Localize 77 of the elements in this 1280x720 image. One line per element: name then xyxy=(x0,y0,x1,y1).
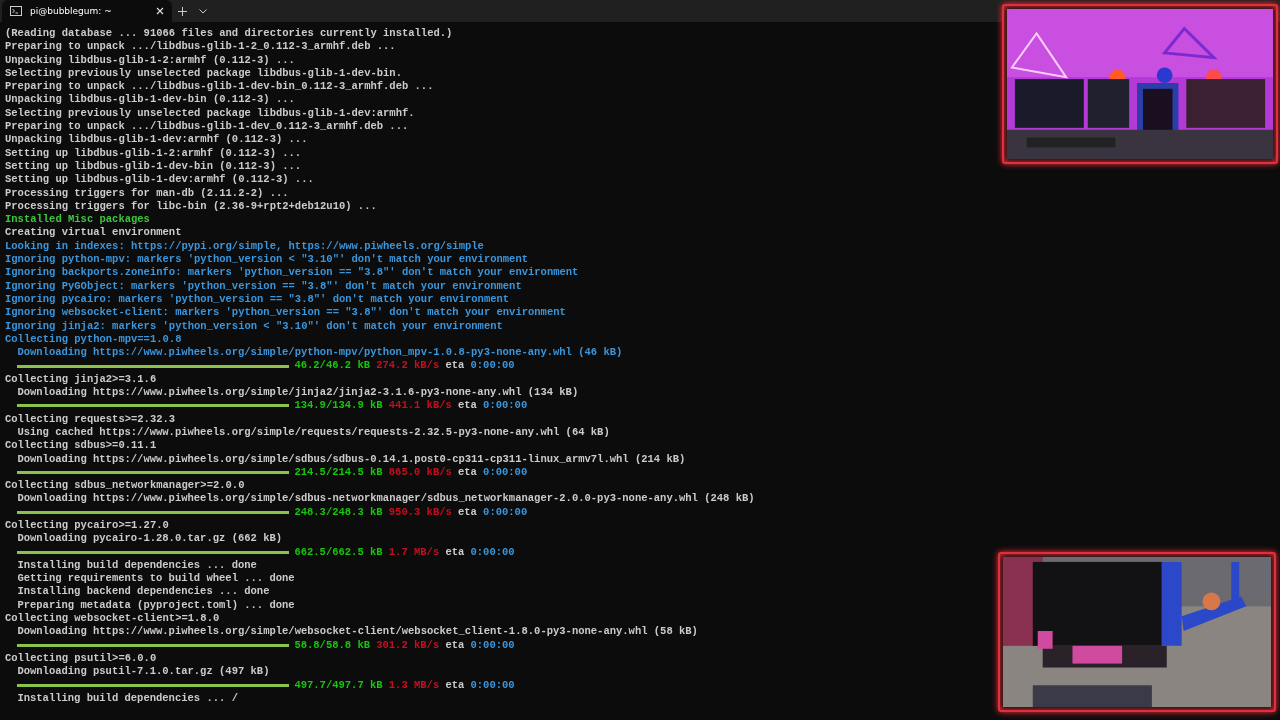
terminal-line: Ignoring backports.zoneinfo: markers 'python_version == "3.8"' don't match your environment xyxy=(5,266,579,280)
download-amount: 214.5/214.5 kB xyxy=(294,465,383,480)
terminal-line: Processing triggers for libc-bin (2.36-9+rpt2+deb12u10) ... xyxy=(5,199,377,214)
terminal-line: Ignoring jinja2: markers 'python_version < "3.10"' don't match your environment xyxy=(5,319,503,333)
download-amount: 497.7/497.7 kB xyxy=(294,678,383,692)
download-speed: 865.0 kB/s xyxy=(388,465,452,480)
eta-time: 0:00:00 xyxy=(483,505,528,519)
terminal-line: Collecting sdbus_networkmanager>=2.0.0 xyxy=(5,479,245,493)
eta-time: 0:00:00 xyxy=(470,545,515,559)
eta-time: 0:00:00 xyxy=(483,465,528,480)
terminal-line: Getting requirements to build wheel ... done xyxy=(16,572,295,586)
eta-time: 0:00:00 xyxy=(483,399,528,413)
terminal-line: Downloading https://www.piwheels.org/simple/websocket-client/websocket_client-1.8.0-py3-none-any.whl (58 kB) xyxy=(16,625,698,639)
download-speed: 301.2 kB/s xyxy=(376,638,440,652)
eta-time: 0:00:00 xyxy=(470,678,515,692)
eta-label: eta xyxy=(458,399,477,413)
eta-label: eta xyxy=(445,638,465,652)
download-amount: 248.3/248.3 kB xyxy=(294,505,383,519)
terminal-tab[interactable]: pi@bubblegum: ~ xyxy=(2,0,172,22)
terminal-line: Ignoring websocket-client: markers 'python_version == "3.8"' don't match your environment xyxy=(5,306,566,320)
download-speed: 1.7 MB/s xyxy=(388,545,440,559)
download-speed: 274.2 kB/s xyxy=(376,359,440,373)
terminal-line: Downloading https://www.piwheels.org/simple/jinja2/jinja2-3.1.6-py3-none-any.whl (134 kB) xyxy=(16,386,579,400)
terminal-line: Collecting jinja2>=3.1.6 xyxy=(5,372,157,386)
terminal-icon xyxy=(10,6,22,16)
eta-label: eta xyxy=(445,359,465,373)
terminal-line: Downloading psutil-7.1.0.tar.gz (497 kB) xyxy=(16,665,270,679)
terminal-line: Preparing to unpack .../libdbus-glib-1-dev-bin_0.112-3_armhf.deb ... xyxy=(5,80,434,94)
terminal-line: Preparing metadata (pyproject.toml) ... done xyxy=(16,598,295,613)
terminal-line: Selecting previously unselected package libdbus-glib-1-dev:armhf. xyxy=(5,106,415,121)
terminal-line: Looking in indexes: https://pypi.org/simple, https://www.piwheels.org/simple xyxy=(5,239,484,254)
terminal-line: Collecting websocket-client>=1.8.0 xyxy=(5,612,220,626)
terminal-line: Ignoring python-mpv: markers 'python_version < "3.10"' don't match your environment xyxy=(5,253,528,267)
terminal-line: Preparing to unpack .../libdbus-glib-1-dev_0.112-3_armhf.deb ... xyxy=(5,120,409,134)
eta-label: eta xyxy=(458,465,477,480)
terminal-line: Using cached https://www.piwheels.org/simple/requests/requests-2.32.5-py3-none-any.whl (64 kB) xyxy=(16,425,610,440)
download-speed: 950.3 kB/s xyxy=(388,505,452,519)
terminal-line: Downloading https://www.piwheels.org/simple/sdbus/sdbus-0.14.1.post0-cp311-cp311-linux_armv7l.whl (214 kB) xyxy=(16,452,686,466)
terminal-line: Creating virtual environment xyxy=(5,226,182,240)
download-amount: 46.2/46.2 kB xyxy=(294,359,370,373)
terminal-line: (Reading database ... 91066 files and directories currently installed.) xyxy=(5,27,453,41)
close-icon[interactable] xyxy=(156,7,164,15)
terminal-line: Ignoring pycairo: markers 'python_version == "3.8"' don't match your environment xyxy=(5,292,510,307)
terminal-line: Unpacking libdbus-glib-1-dev-bin (0.112-3) ... xyxy=(5,93,295,107)
terminal-line: Collecting python-mpv==1.0.8 xyxy=(5,332,182,347)
terminal-line: Preparing to unpack .../libdbus-glib-1-2_0.112-3_armhf.deb ... xyxy=(5,40,396,54)
new-tab-icon[interactable] xyxy=(178,6,187,16)
terminal-line: Installing build dependencies ... done xyxy=(16,558,257,573)
terminal-line: Downloading pycairo-1.28.0.tar.gz (662 kB) xyxy=(16,532,283,546)
dropdown-icon[interactable] xyxy=(199,8,207,14)
terminal-line: Setting up libdbus-glib-1-2:armhf (0.112-3) ... xyxy=(5,146,302,160)
terminal-line: Processing triggers for man-db (2.11.2-2) ... xyxy=(5,186,289,200)
terminal-line: Downloading https://www.piwheels.org/simple/python-mpv/python_mpv-1.0.8-py3-none-any.whl (46 kB) xyxy=(16,346,623,360)
terminal-line: Setting up libdbus-glib-1-dev:armhf (0.112-3) ... xyxy=(5,173,314,187)
terminal-line: Selecting previously unselected package libdbus-glib-1-dev-bin. xyxy=(5,66,402,81)
terminal-line: Collecting requests>=2.32.3 xyxy=(5,412,176,426)
terminal-line: Collecting sdbus>=0.11.1 xyxy=(5,439,157,453)
download-speed: 1.3 MB/s xyxy=(388,678,440,692)
terminal-line: Ignoring PyGObject: markers 'python_version == "3.8"' don't match your environment xyxy=(5,279,522,293)
download-amount: 134.9/134.9 kB xyxy=(294,399,383,413)
eta-time: 0:00:00 xyxy=(470,638,515,652)
terminal-line: Installed Misc packages xyxy=(5,213,150,227)
eta-label: eta xyxy=(445,545,465,559)
terminal-line: Collecting pycairo>=1.27.0 xyxy=(5,519,169,533)
terminal-line: Setting up libdbus-glib-1-dev-bin (0.112-3) ... xyxy=(5,159,302,174)
download-amount: 662.5/662.5 kB xyxy=(294,545,383,559)
terminal-line: Downloading https://www.piwheels.org/simple/sdbus-networkmanager/sdbus_networkmanager-2.0.0-py3-none-any.whl (248 kB) xyxy=(16,492,755,506)
terminal-line: Unpacking libdbus-glib-1-2:armhf (0.112-3) ... xyxy=(5,53,295,67)
download-speed: 441.1 kB/s xyxy=(388,399,452,413)
eta-label: eta xyxy=(445,678,465,692)
terminal-line: Installing backend dependencies ... done xyxy=(16,585,270,599)
eta-time: 0:00:00 xyxy=(470,359,515,373)
eta-label: eta xyxy=(458,505,477,519)
terminal-line: Collecting psutil>=6.0.0 xyxy=(5,651,157,666)
terminal-line: Unpacking libdbus-glib-1-dev:armhf (0.112-3) ... xyxy=(5,133,308,147)
terminal-line: Installing build dependencies ... / xyxy=(16,691,238,706)
download-amount: 58.8/58.8 kB xyxy=(294,638,370,652)
